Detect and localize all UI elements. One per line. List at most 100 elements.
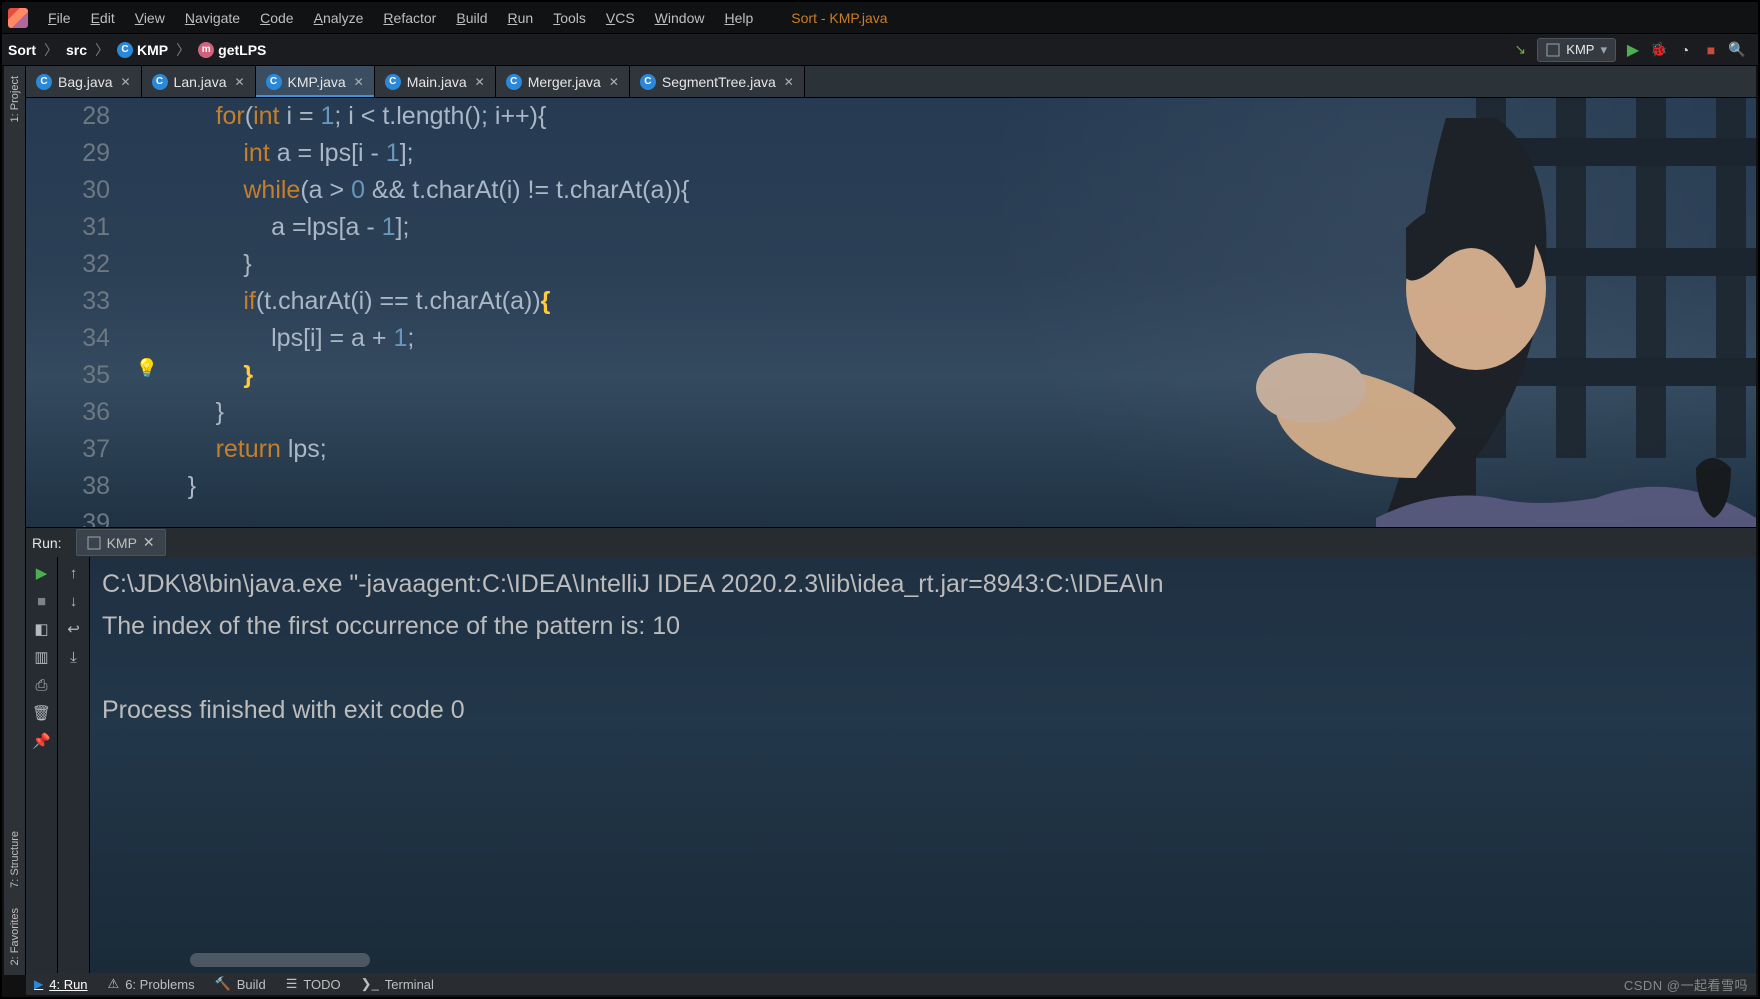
editor-tab[interactable]: CKMP.java✕: [256, 66, 375, 97]
editor-tab[interactable]: CLan.java✕: [142, 66, 256, 97]
left-tool-stripe: 1: Project 7: Structure 2: Favorites: [4, 66, 26, 975]
code-line[interactable]: }: [160, 468, 1756, 505]
build-tool-tab[interactable]: 🔨 Build: [215, 976, 266, 992]
hammer-icon: 🔨: [215, 976, 231, 992]
code-line[interactable]: }: [160, 357, 1756, 394]
run-button[interactable]: ▶: [1624, 41, 1642, 59]
window-title: Sort - KMP.java: [791, 10, 887, 26]
code-line[interactable]: }: [160, 394, 1756, 431]
menu-build[interactable]: Build: [446, 2, 497, 33]
editor-tab[interactable]: CSegmentTree.java✕: [630, 66, 805, 97]
build-tool-tab-label: Build: [237, 977, 266, 992]
menu-view[interactable]: View: [125, 2, 175, 33]
structure-tool-button[interactable]: 7: Structure: [9, 821, 21, 898]
scroll-to-end-icon[interactable]: ⤓: [64, 647, 84, 667]
pin-icon[interactable]: 📌: [32, 731, 52, 751]
crumb-root[interactable]: Sort: [8, 42, 36, 58]
code-line[interactable]: a =lps[a - 1];: [160, 209, 1756, 246]
close-icon[interactable]: ✕: [609, 75, 619, 89]
menu-edit[interactable]: Edit: [81, 2, 125, 33]
menu-help[interactable]: Help: [714, 2, 763, 33]
menu-analyze[interactable]: Analyze: [304, 2, 374, 33]
terminal-icon: ❯_: [361, 976, 379, 992]
menu-file[interactable]: File: [38, 2, 81, 33]
problems-tool-tab[interactable]: ⚠ 6: Problems: [108, 976, 195, 992]
search-everywhere-button[interactable]: 🔍: [1728, 41, 1746, 59]
gutter-cell[interactable]: [136, 98, 160, 135]
crumb-method-label: getLPS: [218, 42, 266, 58]
run-config-tab[interactable]: KMP ✕: [76, 529, 166, 556]
todo-tool-tab[interactable]: ☰ TODO: [286, 976, 341, 992]
gutter-cell[interactable]: [136, 431, 160, 468]
debug-button[interactable]: 🐞: [1650, 41, 1668, 59]
close-icon[interactable]: ✕: [784, 75, 794, 89]
line-number: 35: [26, 357, 136, 394]
stop-button[interactable]: ■: [32, 591, 52, 611]
breadcrumbs: Sort 〉 src 〉 C KMP 〉 m getLPS: [8, 40, 266, 60]
close-icon[interactable]: ✕: [475, 75, 485, 89]
code-line[interactable]: while(a > 0 && t.charAt(i) != t.charAt(a…: [160, 172, 1756, 209]
run-tool-window: Run: KMP ✕ ▶ ■ ◧ ▥ ⎙ 🗑 📌 ↑ ↓ ↩ ⤓ C:\JDK\…: [26, 527, 1756, 973]
project-tool-button[interactable]: 1: Project: [9, 66, 21, 132]
editor-tab[interactable]: CBag.java✕: [26, 66, 142, 97]
favorites-tool-button[interactable]: 2: Favorites: [9, 898, 21, 975]
terminal-tool-tab[interactable]: ❯_ Terminal: [361, 976, 434, 992]
code-line[interactable]: for(int i = 1; i < t.length(); i++){: [160, 98, 1756, 135]
rerun-button[interactable]: ▶: [32, 563, 52, 583]
editor-tab[interactable]: CMain.java✕: [375, 66, 496, 97]
code-line[interactable]: int a = lps[i - 1];: [160, 135, 1756, 172]
line-number: 30: [26, 172, 136, 209]
gutter-cell[interactable]: [136, 505, 160, 527]
stop-button[interactable]: ■: [1702, 41, 1720, 59]
print-icon[interactable]: ⎙: [32, 675, 52, 695]
soft-wrap-icon[interactable]: ↩: [64, 619, 84, 639]
code-line[interactable]: }: [160, 246, 1756, 283]
class-icon: C: [152, 74, 168, 90]
gutter-cell[interactable]: [136, 135, 160, 172]
gutter-cell[interactable]: [136, 209, 160, 246]
crumb-method[interactable]: m getLPS: [198, 42, 266, 58]
camera-icon[interactable]: ◧: [32, 619, 52, 639]
editor-tab-label: Bag.java: [58, 74, 112, 90]
up-icon[interactable]: ↑: [64, 563, 84, 583]
gutter-cell[interactable]: [136, 172, 160, 209]
run-config-selector[interactable]: KMP ▾: [1537, 38, 1616, 62]
gutter-cell[interactable]: [136, 394, 160, 431]
line-number: 39: [26, 505, 136, 527]
gutter-cell[interactable]: [136, 246, 160, 283]
code-line[interactable]: return lps;: [160, 431, 1756, 468]
crumb-class[interactable]: C KMP: [117, 42, 168, 58]
crumb-src[interactable]: src: [66, 42, 87, 58]
layout-icon[interactable]: ▥: [32, 647, 52, 667]
run-tool-tab[interactable]: ▶ 4: Run: [34, 977, 88, 992]
close-icon[interactable]: ✕: [120, 75, 130, 89]
console-output[interactable]: C:\JDK\8\bin\java.exe "-javaagent:C:\IDE…: [90, 557, 1756, 973]
gutter-cell[interactable]: [136, 283, 160, 320]
menu-run[interactable]: Run: [497, 2, 543, 33]
gutter-cell[interactable]: 💡: [136, 357, 160, 394]
menu-navigate[interactable]: Navigate: [175, 2, 250, 33]
code-line[interactable]: if(t.charAt(i) == t.charAt(a)){: [160, 283, 1756, 320]
editor-tab-label: SegmentTree.java: [662, 74, 776, 90]
box-icon: [87, 536, 101, 550]
menu-tools[interactable]: Tools: [543, 2, 596, 33]
close-icon[interactable]: ✕: [234, 75, 244, 89]
menu-code[interactable]: Code: [250, 2, 303, 33]
close-icon[interactable]: ✕: [143, 534, 155, 551]
intention-bulb-icon[interactable]: 💡: [136, 357, 158, 379]
code-line[interactable]: [160, 505, 1756, 527]
gutter-cell[interactable]: [136, 468, 160, 505]
editor-tab[interactable]: CMerger.java✕: [496, 66, 630, 97]
build-hammer-icon[interactable]: ↘: [1511, 41, 1529, 59]
menu-refactor[interactable]: Refactor: [373, 2, 446, 33]
horizontal-scrollbar-thumb[interactable]: [190, 953, 370, 967]
close-icon[interactable]: ✕: [354, 75, 364, 89]
menu-vcs[interactable]: VCS: [596, 2, 645, 33]
trash-icon[interactable]: 🗑: [32, 703, 52, 723]
coverage-button[interactable]: ◔: [1676, 41, 1694, 59]
down-icon[interactable]: ↓: [64, 591, 84, 611]
code-editor[interactable]: 28 for(int i = 1; i < t.length(); i++){2…: [26, 98, 1756, 527]
class-icon: C: [266, 74, 282, 90]
code-line[interactable]: lps[i] = a + 1;: [160, 320, 1756, 357]
menu-window[interactable]: Window: [645, 2, 715, 33]
